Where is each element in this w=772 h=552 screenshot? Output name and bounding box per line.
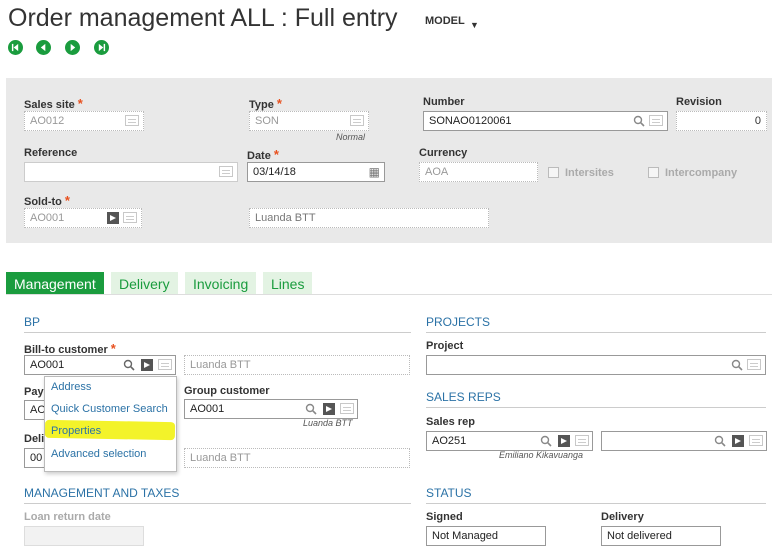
last-record-icon[interactable] — [94, 40, 109, 55]
revision-label: Revision — [676, 96, 722, 108]
model-menu-button[interactable]: MODEL — [425, 15, 465, 27]
first-record-icon[interactable] — [8, 40, 23, 55]
pay-field[interactable]: AO — [24, 400, 46, 420]
number-label: Number — [423, 96, 465, 108]
group-customer-label: Group customer — [184, 385, 270, 397]
group-customer-name: Luanda BTT — [303, 418, 353, 428]
tab-delivery[interactable]: Delivery — [111, 272, 178, 295]
search-icon[interactable] — [714, 435, 726, 450]
sales-site-label: Sales site * — [24, 96, 83, 111]
delivery-status-label: Delivery — [601, 511, 644, 523]
divider — [426, 332, 766, 333]
bill-to-label: Bill-to customer * — [24, 341, 116, 356]
tab-divider — [6, 294, 772, 295]
intersites-checkbox[interactable] — [548, 167, 559, 178]
intercompany-label: Intercompany — [665, 167, 738, 179]
lookup-icon[interactable] — [158, 359, 172, 370]
sold-to-label: Sold-to * — [24, 193, 70, 208]
delivery-address-name: Luanda BTT — [184, 448, 410, 468]
delivery-address-field[interactable]: 00 — [24, 448, 46, 468]
lookup-icon[interactable] — [747, 359, 761, 370]
type-field[interactable]: SON — [249, 111, 369, 131]
go-to-icon[interactable] — [107, 212, 119, 224]
go-to-icon[interactable] — [558, 435, 570, 447]
type-description: Normal — [336, 132, 366, 142]
bp-section-title: BP — [24, 315, 41, 329]
type-label: Type * — [249, 96, 282, 111]
menu-item-address[interactable]: Address — [51, 381, 91, 393]
bill-to-name: Luanda BTT — [184, 355, 410, 375]
page-title: Order management ALL : Full entry — [8, 4, 398, 32]
lookup-icon[interactable] — [219, 166, 233, 177]
project-field[interactable] — [426, 355, 766, 375]
sold-to-field[interactable]: AO001 — [24, 208, 142, 228]
context-menu: Address Quick Customer Search Properties… — [44, 376, 177, 472]
intercompany-checkbox[interactable] — [648, 167, 659, 178]
bill-to-field[interactable]: AO001 — [24, 355, 176, 375]
sales-rep-1-name: Emiliano Kikavuanga — [499, 450, 584, 460]
sales-rep-2-field[interactable] — [601, 431, 767, 451]
search-icon[interactable] — [540, 435, 552, 450]
status-section-title: STATUS — [426, 486, 472, 500]
projects-section-title: PROJECTS — [426, 315, 491, 329]
go-to-icon[interactable] — [141, 359, 153, 371]
go-to-icon[interactable] — [323, 403, 335, 415]
menu-item-quick-customer-search[interactable]: Quick Customer Search — [51, 403, 168, 415]
delivery-status-field: Not delivered — [601, 526, 721, 546]
search-icon[interactable] — [305, 403, 317, 418]
revision-field[interactable]: 0 — [676, 111, 767, 131]
next-record-icon[interactable] — [65, 40, 80, 55]
pay-label: Pay — [24, 386, 44, 398]
divider — [426, 503, 766, 504]
lookup-icon[interactable] — [575, 435, 589, 446]
loan-return-date-field[interactable] — [24, 526, 144, 546]
intersites-label: Intersites — [565, 167, 614, 179]
calendar-icon[interactable]: ▦ — [369, 165, 380, 179]
search-icon[interactable] — [633, 115, 645, 130]
lookup-icon[interactable] — [123, 212, 137, 223]
menu-item-advanced-selection[interactable]: Advanced selection — [51, 448, 146, 460]
lookup-icon[interactable] — [340, 403, 354, 414]
chevron-down-icon[interactable]: ▼ — [470, 20, 479, 30]
sold-to-name: Luanda BTT — [249, 208, 489, 228]
sales-rep-1-field[interactable]: AO251 — [426, 431, 593, 451]
currency-label: Currency — [419, 147, 468, 159]
search-icon[interactable] — [731, 359, 743, 374]
lookup-icon[interactable] — [649, 115, 663, 126]
sales-site-field[interactable]: AO012 — [24, 111, 144, 131]
lookup-icon[interactable] — [125, 115, 139, 126]
search-icon[interactable] — [123, 359, 135, 374]
lookup-icon[interactable] — [749, 435, 763, 446]
reference-field[interactable] — [24, 162, 238, 182]
sales-reps-section-title: SALES REPS — [426, 390, 501, 404]
reference-label: Reference — [24, 147, 78, 159]
date-field[interactable]: 03/14/18 ▦ — [247, 162, 385, 182]
currency-field[interactable]: AOA — [419, 162, 538, 182]
sales-rep-label: Sales rep — [426, 416, 475, 428]
tab-lines[interactable]: Lines — [263, 272, 313, 295]
project-label: Project — [426, 340, 464, 352]
loan-return-date-label: Loan return date — [24, 511, 111, 523]
go-to-icon[interactable] — [732, 435, 744, 447]
tab-invoicing[interactable]: Invoicing — [185, 272, 257, 295]
group-customer-field[interactable]: AO001 — [184, 399, 358, 419]
signed-field: Not Managed — [426, 526, 546, 546]
menu-item-properties[interactable]: Properties — [51, 425, 101, 437]
signed-label: Signed — [426, 511, 463, 523]
lookup-icon[interactable] — [350, 115, 364, 126]
delivery-address-label: Deli — [24, 433, 45, 445]
previous-record-icon[interactable] — [36, 40, 51, 55]
number-field[interactable]: SONAO0120061 — [423, 111, 668, 131]
date-label: Date * — [247, 147, 279, 162]
management-taxes-section-title: MANAGEMENT AND TAXES — [24, 486, 180, 500]
tab-management[interactable]: Management — [6, 272, 104, 295]
divider — [24, 332, 411, 333]
divider — [426, 407, 766, 408]
divider — [24, 503, 411, 504]
